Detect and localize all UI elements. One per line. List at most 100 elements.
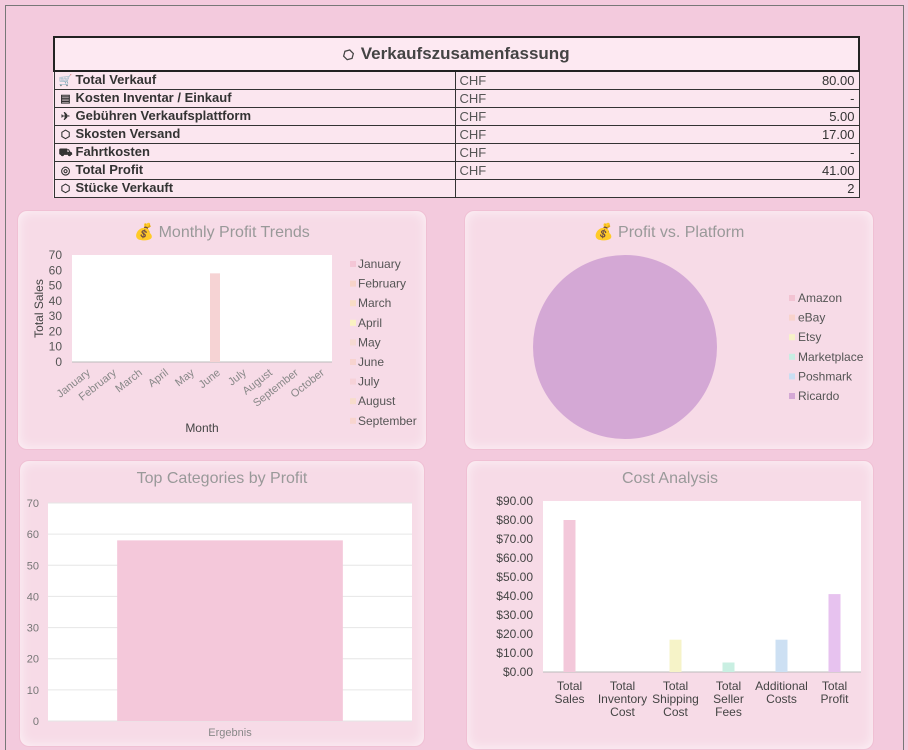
y-axis-title: Total Sales	[32, 279, 46, 338]
x-tick-label: Inventory	[598, 692, 647, 706]
y-tick-label: $20.00	[496, 627, 533, 641]
bar	[722, 662, 735, 672]
legend-swatch	[350, 359, 356, 365]
pie-slice	[533, 255, 717, 439]
x-tick-label: Total	[557, 679, 582, 693]
y-tick-label: $60.00	[496, 551, 533, 565]
legend-label: April	[358, 316, 382, 330]
legend-label: Amazon	[798, 291, 842, 305]
y-tick-label: 40	[49, 294, 63, 308]
y-tick-label: 0	[55, 355, 62, 369]
y-tick-label: 40	[27, 591, 39, 603]
y-tick-label: 50	[27, 560, 39, 572]
package-icon: ⬡	[60, 129, 71, 141]
summary-title: Verkaufszusamenfassung	[360, 44, 570, 63]
x-tick-label: Costs	[766, 692, 797, 706]
summary-value: 17.00	[641, 125, 860, 144]
cost-analysis-chart: $0.00 $10.00 $20.00 $30.00 $40.00 $50.00 $60.0…	[496, 494, 861, 719]
legend-label: June	[358, 355, 384, 369]
monthly-profit-card: 💰 Monthly Profit Trends 0 10 20 30 40 50 60 70 J…	[17, 210, 427, 450]
cart-icon: 🛒	[58, 75, 73, 87]
y-tick-label: $50.00	[496, 570, 533, 584]
summary-label-cell: ▤ Kosten Inventar / Einkauf	[53, 89, 456, 108]
x-tick-label: Profit	[820, 692, 849, 706]
summary-label-cell: ⬡ Skosten Versand	[53, 125, 456, 144]
legend-swatch	[350, 261, 356, 267]
y-tick-label: 10	[27, 685, 39, 697]
summary-label: Stücke Verkauft	[75, 180, 174, 195]
plot-area	[72, 255, 332, 362]
legend-label: Poshmark	[798, 369, 853, 383]
x-tick-label: Ergebnis	[208, 727, 252, 739]
tag-icon: ⬡	[339, 45, 359, 64]
top-categories-card: Top Categories by Profit 0 10 20 30 40 50 60 70…	[19, 460, 425, 747]
y-tick-label: $90.00	[496, 494, 533, 508]
legend-swatch	[350, 417, 356, 424]
summary-value: 80.00	[641, 70, 860, 90]
x-tick-label: Fees	[715, 705, 742, 719]
legend-swatch	[789, 353, 795, 360]
summary-currency: CHF	[454, 125, 642, 144]
money-wings-icon: ✈	[60, 111, 71, 123]
profit-platform-card: 💰 Profit vs. Platform Amazon eBay Etsy Mark…	[464, 210, 874, 450]
x-axis-title: Month	[185, 421, 218, 435]
summary-label: Total Profit	[75, 162, 144, 177]
y-tick-label: 60	[49, 263, 63, 277]
summary-label-cell: ⬡ Stücke Verkauft	[53, 179, 456, 198]
summary-label: Skosten Versand	[75, 126, 181, 141]
summary-currency: CHF	[454, 70, 642, 90]
summary-row: 🛒 Total Verkauf CHF 80.00	[53, 70, 860, 90]
legend-label: Ricardo	[798, 389, 840, 403]
profit-platform-chart: Amazon eBay Etsy Marketplace Poshmark Ricardo	[533, 255, 864, 439]
x-tick-label: Total	[716, 679, 741, 693]
car-icon: ⛟	[58, 147, 73, 159]
summary-value: 5.00	[641, 107, 860, 126]
monthly-profit-chart: 010203040506070JanuaryFebruaryMarch April…	[32, 248, 417, 435]
legend-label: July	[358, 375, 379, 389]
y-tick-label: $30.00	[496, 608, 533, 622]
summary-label: Total Verkauf	[75, 72, 157, 87]
y-tick-label: 20	[49, 324, 63, 338]
x-tick-label: April	[146, 367, 171, 390]
y-tick-label: $40.00	[496, 589, 533, 603]
summary-value: 2	[641, 179, 860, 198]
summary-label: Kosten Inventar / Einkauf	[75, 90, 232, 105]
y-tick-label: 30	[27, 623, 39, 635]
y-tick-label: 70	[49, 248, 63, 262]
legend-swatch	[789, 314, 795, 321]
summary-currency: CHF	[454, 143, 642, 162]
legend-swatch	[350, 339, 356, 346]
y-tick-label: $10.00	[496, 646, 533, 660]
bar	[117, 540, 343, 721]
x-tick-label: Total	[822, 679, 847, 693]
bar	[563, 520, 576, 672]
x-tick-label: Additional	[755, 679, 808, 693]
summary-label-cell: 🛒 Total Verkauf	[53, 70, 456, 90]
summary-label-cell: ⛟ Fahrtkosten	[53, 143, 456, 162]
legend-label: Marketplace	[798, 350, 864, 364]
x-tick-label: Total	[663, 679, 688, 693]
y-tick-label: 10	[49, 340, 63, 354]
summary-currency: CHF	[454, 161, 642, 180]
top-categories-chart: 0 10 20 30 40 50 60 70 Ergebnis	[27, 498, 412, 739]
legend-swatch	[789, 393, 795, 399]
y-tick-label: $0.00	[503, 665, 533, 679]
summary-currency	[454, 179, 642, 198]
legend-label: August	[358, 394, 396, 408]
summary-row: ⬡ Skosten Versand CHF 17.00	[53, 125, 860, 144]
legend-swatch	[789, 334, 795, 341]
sales-summary-table: ⬡ Verkaufszusamenfassung 🛒 Total Verkauf CH…	[53, 36, 860, 198]
summary-title-cell: ⬡ Verkaufszusamenfassung	[53, 36, 860, 72]
summary-value: 41.00	[641, 161, 860, 180]
x-tick-label: May	[173, 367, 197, 390]
summary-value: -	[641, 143, 860, 162]
x-tick-label: Cost	[610, 705, 635, 719]
legend-swatch	[789, 373, 795, 380]
y-tick-label: 70	[27, 498, 39, 510]
legend-swatch	[350, 398, 356, 405]
summary-row: ✈ Gebühren Verkaufsplattform CHF 5.00	[53, 107, 860, 126]
legend-swatch	[350, 319, 356, 326]
summary-label: Gebühren Verkaufsplattform	[75, 108, 252, 123]
x-tick-label: Total	[610, 679, 635, 693]
package-icon: ⬡	[60, 183, 71, 195]
